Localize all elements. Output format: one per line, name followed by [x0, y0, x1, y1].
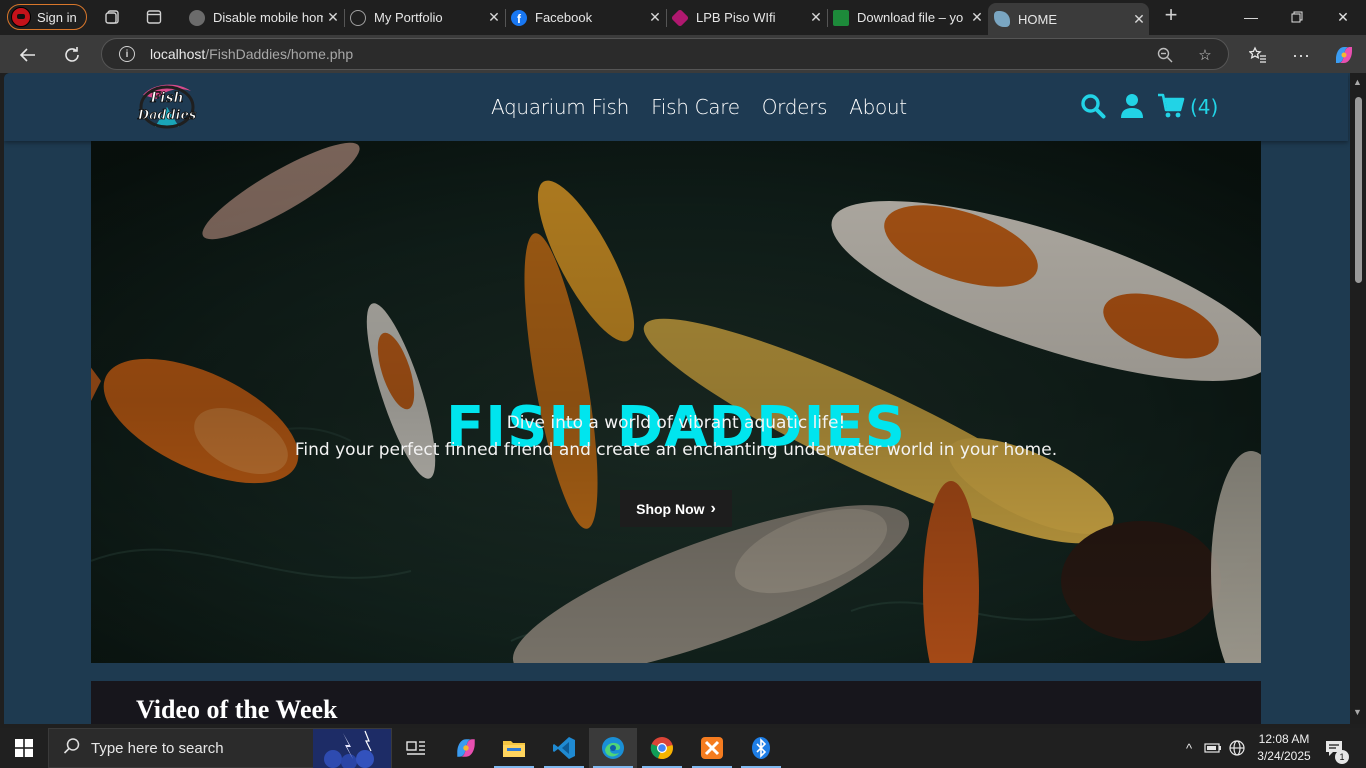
- globe-favicon-icon: [350, 9, 366, 26]
- page-viewport: Fish Daddies Aquarium Fish Fish Care Ord…: [4, 73, 1366, 724]
- profile-avatar: [11, 7, 31, 27]
- tab-title: Disable mobile home: [213, 10, 323, 25]
- hero-banner: FISH DADDIES Dive into a world of vibran…: [91, 141, 1261, 663]
- video-of-the-week-section: Video of the Week: [91, 681, 1261, 724]
- edge-taskbar-icon[interactable]: [589, 728, 637, 768]
- back-icon[interactable]: [15, 42, 41, 68]
- search-highlight-image: [313, 729, 391, 768]
- favorite-star-icon[interactable]: ☆: [1195, 45, 1215, 65]
- page-scrollbar[interactable]: ▲ ▼: [1350, 73, 1366, 724]
- site-header: Fish Daddies Aquarium Fish Fish Care Ord…: [4, 73, 1348, 141]
- task-view-icon[interactable]: [392, 728, 440, 768]
- search-placeholder: Type here to search: [91, 739, 224, 757]
- copilot-icon[interactable]: [1331, 42, 1357, 68]
- chevron-right-icon: ›: [710, 499, 716, 517]
- chrome-icon[interactable]: [638, 728, 686, 768]
- tab-strip: Sign in Disable mobile home ✕ My Portfol…: [0, 0, 1366, 35]
- section-heading: Video of the Week: [136, 695, 338, 724]
- shopping-cart-icon[interactable]: [1157, 93, 1185, 124]
- copilot-taskbar-icon[interactable]: [442, 728, 490, 768]
- close-tab-icon[interactable]: ✕: [323, 9, 343, 26]
- favorites-icon[interactable]: [1245, 42, 1271, 68]
- shop-now-button[interactable]: Shop Now ›: [620, 490, 732, 527]
- refresh-icon[interactable]: [59, 42, 85, 68]
- clock-date: 3/24/2025: [1257, 749, 1311, 763]
- tab-title: LPB Piso WIfi: [696, 10, 776, 25]
- close-window-icon[interactable]: ✕: [1320, 0, 1366, 34]
- fish-favicon-icon: [994, 11, 1010, 27]
- profile-signin-button[interactable]: Sign in: [7, 4, 87, 30]
- zoom-icon[interactable]: [1155, 45, 1175, 65]
- tab-facebook[interactable]: f Facebook ✕: [505, 3, 665, 32]
- settings-favicon-icon: [189, 9, 205, 26]
- minimize-icon[interactable]: —: [1228, 0, 1274, 34]
- search-icon: [63, 737, 81, 760]
- vscode-icon[interactable]: [540, 728, 588, 768]
- new-tab-icon[interactable]: +: [1161, 2, 1181, 27]
- windows-taskbar: Type here to search ^ 12:08 AM 3/24/2025…: [0, 728, 1366, 768]
- bluetooth-icon[interactable]: [737, 728, 785, 768]
- tab-actions-icon[interactable]: [144, 7, 164, 27]
- tab-my-portfolio[interactable]: My Portfolio ✕: [344, 3, 504, 32]
- user-account-icon[interactable]: [1120, 93, 1144, 124]
- system-clock[interactable]: 12:08 AM 3/24/2025: [1246, 731, 1322, 765]
- start-button[interactable]: [0, 728, 48, 768]
- site-info-icon[interactable]: i: [119, 46, 135, 62]
- signin-label: Sign in: [37, 9, 77, 25]
- search-icon[interactable]: [1080, 93, 1106, 124]
- hero-subtitle-line1: Dive into a world of vibrant aquatic lif…: [506, 413, 846, 433]
- cart-count[interactable]: (4): [1190, 95, 1218, 119]
- wifi-favicon-icon: [670, 8, 690, 27]
- close-tab-icon[interactable]: ✕: [645, 9, 665, 26]
- close-tab-icon[interactable]: ✕: [1129, 11, 1149, 28]
- facebook-favicon-icon: f: [511, 9, 527, 26]
- tab-lpb-piso-wifi[interactable]: LPB Piso WIfi ✕: [666, 3, 826, 32]
- nav-orders[interactable]: Orders: [762, 95, 828, 119]
- close-tab-icon[interactable]: ✕: [484, 9, 504, 26]
- download-favicon-icon: [833, 9, 849, 26]
- scroll-down-icon[interactable]: ▼: [1353, 707, 1362, 717]
- address-bar-row: i localhost/FishDaddies/home.php ☆ ···: [0, 35, 1366, 73]
- workspaces-icon[interactable]: [103, 7, 123, 27]
- scrollbar-thumb[interactable]: [1355, 97, 1362, 283]
- show-hidden-icons-icon[interactable]: ^: [1178, 728, 1200, 768]
- address-url[interactable]: localhost/FishDaddies/home.php: [150, 46, 353, 62]
- windows-logo-icon: [15, 739, 33, 757]
- main-nav: Aquarium Fish Fish Care Orders About: [491, 95, 907, 119]
- xampp-icon[interactable]: [688, 728, 736, 768]
- battery-icon[interactable]: [1202, 728, 1224, 768]
- restore-icon[interactable]: [1274, 0, 1320, 34]
- svg-text:Daddies: Daddies: [137, 108, 197, 123]
- shop-now-label: Shop Now: [636, 500, 705, 517]
- scroll-up-icon[interactable]: ▲: [1353, 77, 1362, 87]
- more-menu-icon[interactable]: ···: [1288, 42, 1314, 68]
- notification-count-badge: 1: [1335, 750, 1349, 764]
- file-explorer-icon[interactable]: [490, 728, 538, 768]
- tab-download-file[interactable]: Download file – yo ✕: [827, 3, 987, 32]
- nav-about[interactable]: About: [849, 95, 907, 119]
- fish-daddies-logo[interactable]: Fish Daddies: [135, 77, 199, 135]
- address-bar[interactable]: i localhost/FishDaddies/home.php ☆: [101, 38, 1229, 70]
- hero-subtitle-line2: Find your perfect finned friend and crea…: [294, 440, 1058, 460]
- close-tab-icon[interactable]: ✕: [806, 9, 826, 26]
- close-tab-icon[interactable]: ✕: [967, 9, 987, 26]
- tab-title: My Portfolio: [374, 10, 443, 25]
- network-globe-icon[interactable]: [1226, 728, 1248, 768]
- tab-home[interactable]: HOME ✕: [988, 3, 1149, 35]
- nav-fish-care[interactable]: Fish Care: [651, 95, 740, 119]
- tab-disable-mobile[interactable]: Disable mobile home ✕: [183, 3, 343, 32]
- tab-title: HOME: [1018, 11, 1057, 27]
- tab-title: Facebook: [535, 10, 593, 25]
- clock-time: 12:08 AM: [1258, 732, 1310, 746]
- svg-text:Fish: Fish: [149, 90, 183, 106]
- taskbar-search[interactable]: Type here to search: [48, 728, 392, 768]
- tab-title: Download file – yo: [857, 10, 964, 25]
- nav-aquarium-fish[interactable]: Aquarium Fish: [491, 95, 629, 119]
